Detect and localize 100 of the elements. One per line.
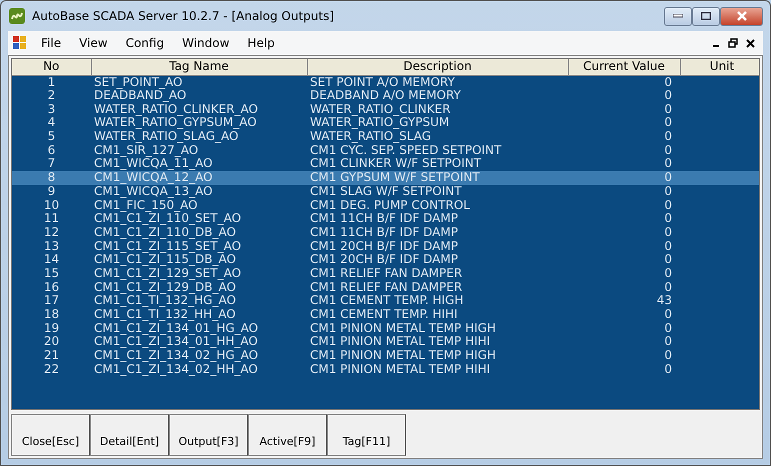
app-logo-icon [8,7,26,25]
close-button[interactable] [720,6,763,26]
table-cell-text: CM1 PINION METAL TEMP HIHI [309,335,492,349]
table-cell-text: 19 [42,321,60,336]
table-cell-text: CM1 11CH B/F IDF DAMP [309,212,459,226]
table-cell: CM1 GYPSUM W/F SETPOINT [307,170,568,184]
table-cell-text: 18 [42,308,60,322]
minimize-icon [673,14,683,18]
table-cell-text: 10 [42,198,60,212]
table-cell-text: CM1 PINION METAL TEMP HIGH [309,348,497,362]
table-cell: CM1 CLINKER W/F SETPOINT [307,157,568,171]
table-cell: CM1_WICQA_12_AO [91,170,307,184]
table-cell-text: CM1_C1_ZI_115_SET_AO [93,239,242,253]
function-button[interactable]: Tag[F11] [327,414,406,456]
function-button[interactable]: Output[F3] [169,414,248,456]
table-cell-text: CM1 PINION METAL TEMP HIHI [309,362,492,376]
table-cell-text: CM1 11CH B/F IDF DAMP [309,226,459,240]
table-cell-text: 15 [42,266,60,280]
table-cell-text: CM1 CYC. SEP. SPEED SETPOINT [309,143,502,158]
table-cell-text: CM1 RELIEF FAN DAMPER [309,266,464,280]
table-cell-text: CM1 DEG. PUMP CONTROL [309,198,471,212]
table-cell: 0 [568,170,680,184]
table-cell-text: 20 [42,335,60,349]
close-icon[interactable] [746,38,755,48]
table-cell-text: DEADBAND_AO [93,88,188,102]
table-cell-text: CM1_C1_TI_132_HH_AO [93,308,237,322]
table-cell-text: WATER_RATIO_CLINKER_AO [93,102,259,116]
table-cell-text: 11 [42,212,60,226]
table-cell-text: CM1_C1_ZI_129_SET_AO [93,266,242,280]
table-cell-text: 17 [42,294,60,308]
table-cell-text: CM1 CEMENT TEMP. HIGH [309,294,464,308]
table-cell: 0 [568,184,680,198]
table-cell-text: 6 [46,143,56,158]
table-cell-text: CM1_C1_ZI_110_SET_AO [93,212,242,226]
table-cell: 9 [12,184,91,198]
table-cell: CM1 SLAG W/F SETPOINT [307,184,568,198]
table-cell-text: CM1 PINION METAL TEMP HIGH [309,321,497,336]
column-header[interactable]: Unit [680,59,759,75]
table-cell-text: 14 [42,252,60,267]
table-cell-text: 21 [42,348,60,362]
document-icon[interactable] [12,35,28,51]
table-cell-text: WATER_RATIO_SLAG [309,130,432,144]
table-cell-text: CM1_C1_ZI_115_DB_AO [93,252,236,267]
menu-item[interactable]: File [32,34,70,52]
maximize-button[interactable] [692,6,720,26]
function-button[interactable]: Detail[Ent] [90,414,169,456]
column-header[interactable]: Description [307,59,568,75]
table-cell-text: 0 [663,198,673,212]
table-cell-text: CM1 CEMENT TEMP. HIHI [309,308,459,322]
table-cell: 8 [12,170,91,184]
column-header[interactable]: No [12,59,91,75]
table-cell: SET_POINT_AO [91,75,307,89]
column-header[interactable]: Tag Name [91,59,307,75]
function-button[interactable]: Active[F9] [248,414,327,456]
minimize-button[interactable] [664,6,692,26]
table-cell-text: CM1 RELIEF FAN DAMPER [309,280,464,294]
table-cell-text: CM1_C1_TI_132_HG_AO [93,294,237,308]
table-cell-text: WATER_RATIO_CLINKER [309,102,452,116]
table-cell: SET POINT A/O MEMORY [307,75,568,89]
table-cell-text: 0 [663,321,673,336]
table-cell-text: 0 [663,280,673,294]
table-cell: 1 [12,75,91,89]
table-cell-text: 0 [663,335,673,349]
table-cell-text: 13 [42,239,60,253]
table-cell-text: 0 [663,212,673,226]
table-cell-text: 16 [42,280,60,294]
table-cell-text: 0 [663,116,673,130]
table-cell: 0 [568,157,680,171]
table-cell-text: 22 [42,362,60,376]
window-title: AutoBase SCADA Server 10.2.7 - [Analog Outputs] [32,8,334,25]
table-cell-text: 0 [663,348,673,362]
table-cell-text: 0 [663,226,673,240]
function-button[interactable]: Close[Esc] [11,414,90,456]
table-cell-text: DEADBAND A/O MEMORY [309,88,462,102]
menu-item[interactable]: Help [238,34,284,52]
table-cell-text: 0 [663,130,673,144]
table-cell-text: 3 [46,102,56,116]
table-cell-text: CM1_C1_ZI_134_01_HG_AO [93,321,260,336]
column-header[interactable]: Current Value [568,59,680,75]
table-cell-text: CM1_C1_ZI_129_DB_AO [93,280,236,294]
table-cell: CM1_WICQA_13_AO [91,184,307,198]
restore-icon[interactable] [728,38,738,48]
table-cell-text: 0 [663,266,673,280]
menu-item[interactable]: View [70,34,117,52]
table-cell-text: 0 [663,239,673,253]
table-cell-text: CM1_C1_ZI_134_02_HH_AO [93,362,259,376]
table-cell-text: 0 [663,308,673,322]
table-cell-text: 0 [663,252,673,267]
menu-item[interactable]: Config [116,34,174,52]
table-cell-text: 0 [663,362,673,376]
table-cell-text: 0 [663,102,673,116]
table-cell-text: WATER_RATIO_SLAG_AO [93,130,240,144]
table-cell-text: 5 [46,130,56,144]
table-cell-text: 0 [663,143,673,158]
table-cell-text: 2 [46,88,56,102]
table-cell: 7 [12,157,91,171]
table-cell: CM1_WICQA_11_AO [91,157,307,171]
table-cell-text: CM1_C1_ZI_134_02_HG_AO [93,348,260,362]
menu-item[interactable]: Window [173,34,238,52]
table-cell-text: CM1_C1_ZI_134_01_HH_AO [93,335,259,349]
